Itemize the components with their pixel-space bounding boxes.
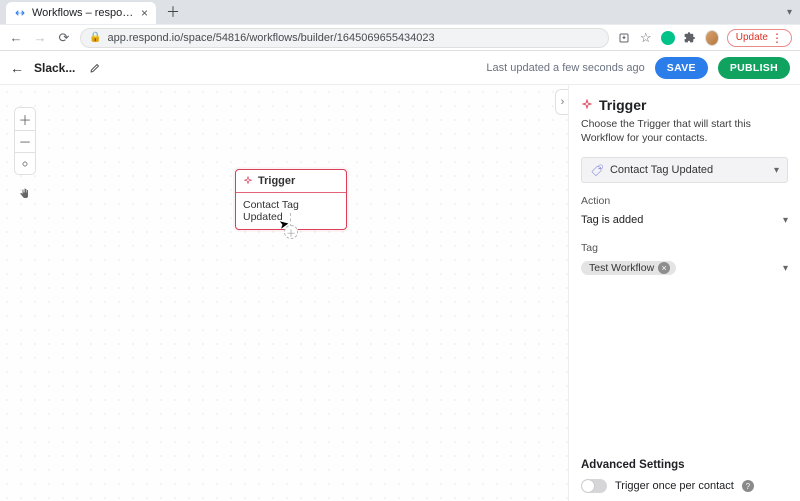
tag-select[interactable]: Test Workflow × ▾ [581,257,788,279]
nav-back-icon[interactable]: ← [8,30,24,45]
tag-label: Tag [581,242,788,254]
tag-icon: 🏷 [590,163,603,177]
chevron-down-icon: ▾ [774,165,779,176]
tab-close-icon[interactable]: × [141,7,148,19]
trigger-once-toggle[interactable] [581,479,607,493]
kebab-icon: ⋮ [771,31,783,45]
tab-favicon-icon [14,7,26,19]
action-select[interactable]: Tag is added ▾ [581,210,788,230]
cursor-icon: ➤ [278,216,290,232]
back-button[interactable]: ← [10,60,24,76]
collapse-panel-button[interactable]: › [555,89,568,115]
remove-tag-icon[interactable]: × [658,262,670,274]
browser-tab[interactable]: Workflows – respond.io × [6,2,156,24]
browser-update-button[interactable]: Update ⋮ [727,29,792,47]
tab-strip: Workflows – respond.io × ＋ ▾ [0,0,800,24]
install-icon[interactable] [617,31,631,45]
side-panel: Trigger Choose the Trigger that will sta… [568,85,800,501]
publish-button[interactable]: PUBLISH [718,57,790,79]
browser-chrome: Workflows – respond.io × ＋ ▾ ← → ⟳ 🔒 app… [0,0,800,51]
node-title: Trigger [258,175,295,187]
url-input[interactable]: 🔒 app.respond.io/space/54816/workflows/b… [80,28,609,48]
url-text: app.respond.io/space/54816/workflows/bui… [107,32,434,44]
edit-name-icon[interactable] [85,58,105,78]
nav-forward-icon: → [32,30,48,45]
pan-tool-button[interactable] [14,183,36,205]
chevron-down-icon: ▾ [783,263,788,274]
fit-view-button[interactable] [15,152,35,174]
extension-dot-icon[interactable] [661,31,675,45]
advanced-settings-title: Advanced Settings [581,459,788,471]
save-button[interactable]: SAVE [655,57,708,79]
trigger-once-label: Trigger once per contact [615,480,734,492]
zoom-in-button[interactable]: ＋ [14,108,36,130]
chevron-down-icon[interactable]: ▾ [787,7,800,18]
main-area: ＋ － › Trigger Contact Tag Updated ＋ ➤ [0,85,800,501]
tag-chip[interactable]: Test Workflow × [581,261,676,275]
lock-icon: 🔒 [89,32,101,43]
advanced-toggle-row: Trigger once per contact ? [581,479,788,493]
star-icon[interactable]: ☆ [639,31,653,45]
workflow-canvas[interactable]: › Trigger Contact Tag Updated ＋ ➤ [0,85,568,501]
trigger-type-select[interactable]: 🏷 Contact Tag Updated ▾ [581,157,788,183]
zoom-out-button[interactable]: － [15,130,35,152]
help-icon[interactable]: ? [742,480,754,492]
last-updated-text: Last updated a few seconds ago [486,62,644,74]
action-label: Action [581,195,788,207]
spark-icon [581,99,593,111]
zoom-rail: ＋ － [14,107,36,205]
workflow-name: Slack... [34,61,75,75]
trigger-type-value: Contact Tag Updated [610,164,713,176]
tab-title: Workflows – respond.io [32,7,135,19]
spark-icon [243,176,253,186]
nav-reload-icon[interactable]: ⟳ [56,30,72,46]
app-toolbar: ← Slack... Last updated a few seconds ag… [0,51,800,85]
node-header: Trigger [236,170,346,192]
panel-title: Trigger [599,97,646,113]
tag-chip-label: Test Workflow [589,262,654,274]
zoom-box: ＋ － [14,107,36,175]
chevron-down-icon: ▾ [783,215,788,226]
panel-title-row: Trigger [581,97,788,113]
address-bar: ← → ⟳ 🔒 app.respond.io/space/54816/workf… [0,24,800,50]
extensions-icon[interactable] [683,31,697,45]
action-value: Tag is added [581,214,643,226]
panel-description: Choose the Trigger that will start this … [581,117,788,145]
profile-avatar-icon[interactable] [705,31,719,45]
new-tab-button[interactable]: ＋ [162,2,184,22]
update-label: Update [736,32,768,43]
